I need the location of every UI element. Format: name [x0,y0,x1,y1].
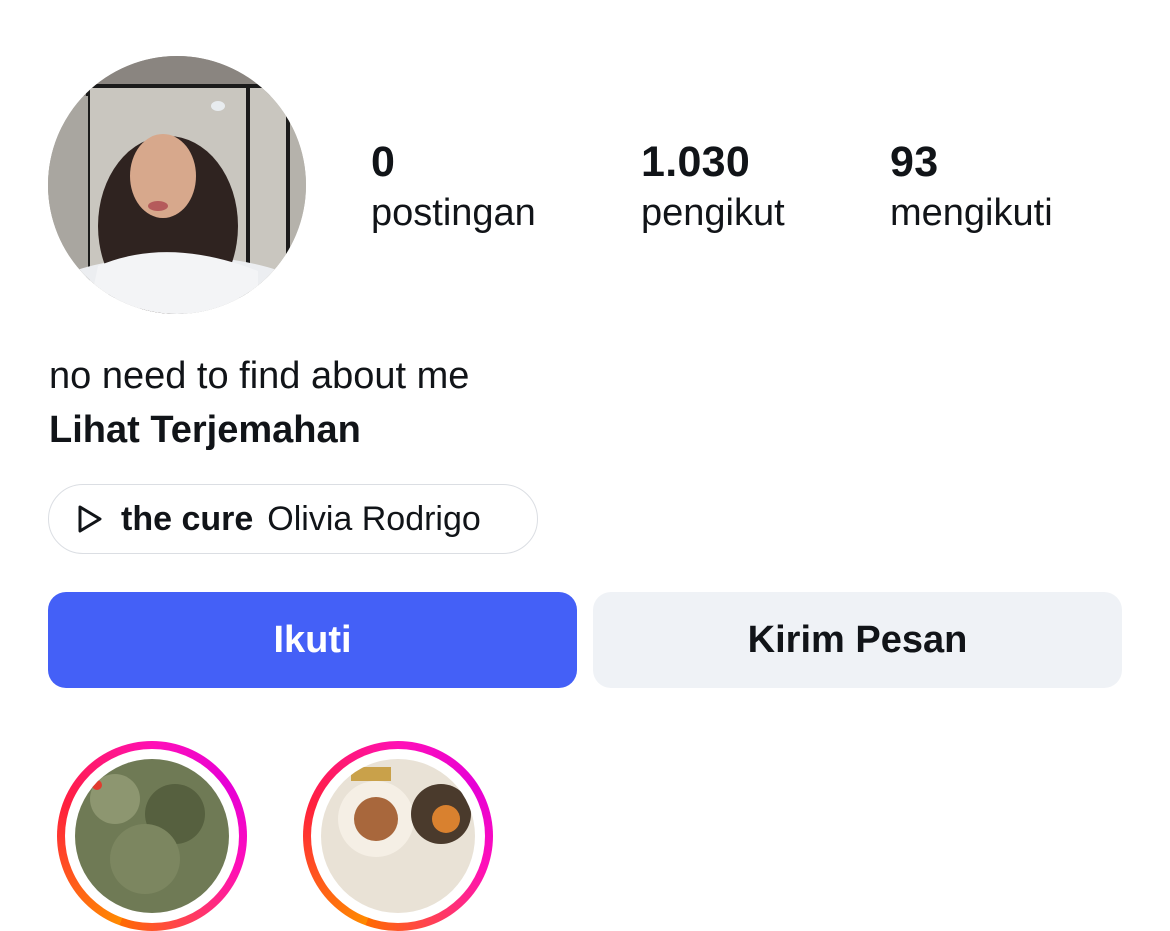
story-highlight[interactable] [303,741,493,931]
following-stat[interactable]: 93 mengikuti [890,138,1053,236]
following-label: mengikuti [890,192,1053,234]
followers-stat[interactable]: 1.030 pengikut [641,138,785,236]
posts-count: 0 [371,138,396,186]
following-count: 93 [890,138,939,186]
posts-stat: 0 postingan [371,138,536,236]
story-highlight[interactable] [57,741,247,931]
song-title: the cure [121,499,254,538]
avatar-photo [48,56,306,314]
follow-button[interactable]: Ikuti [48,592,577,688]
song-artist: Olivia Rodrigo [267,499,481,538]
profile-music-pill[interactable]: the cure Olivia Rodrigo [48,484,538,554]
play-icon [75,503,107,535]
profile-bio: no need to find about me [49,355,470,397]
profile-avatar[interactable] [48,56,306,314]
followers-count: 1.030 [641,138,751,186]
see-translation-link[interactable]: Lihat Terjemahan [49,406,361,454]
send-message-button[interactable]: Kirim Pesan [593,592,1122,688]
highlight-thumbnail [75,759,229,913]
posts-label: postingan [371,192,536,234]
followers-label: pengikut [641,192,785,234]
highlight-thumbnail [321,759,475,913]
